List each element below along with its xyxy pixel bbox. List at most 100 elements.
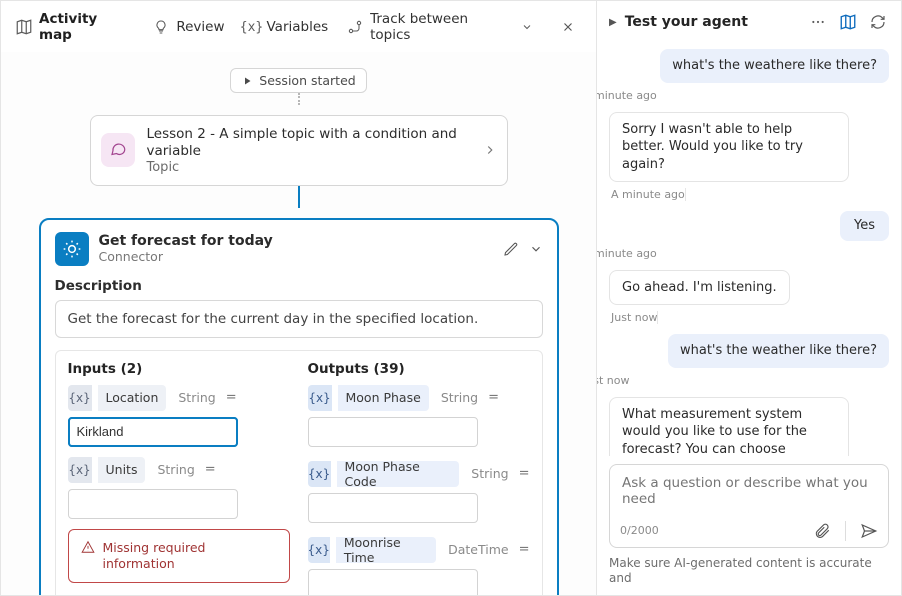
route-icon xyxy=(346,18,364,36)
variable-x-icon: {x} xyxy=(308,537,330,563)
variable-type: String xyxy=(471,466,508,481)
tab-variables[interactable]: {x} Variables xyxy=(242,18,328,36)
message-bot: Sorry I wasn't able to help better. Woul… xyxy=(609,112,849,183)
variable-type: DateTime xyxy=(448,542,508,557)
message-user: Yes xyxy=(840,211,889,241)
variable-name: Moonrise Time xyxy=(336,537,436,563)
chevron-right-icon xyxy=(483,143,497,157)
forecast-connector-node[interactable]: Get forecast for today Connector Descrip… xyxy=(39,218,559,595)
output-value[interactable] xyxy=(308,493,478,523)
topic-text: Lesson 2 - A simple topic with a conditi… xyxy=(147,126,471,175)
missing-required-error: Missing required information xyxy=(68,529,290,584)
variable-type: String xyxy=(157,462,194,477)
warning-icon xyxy=(81,540,95,573)
map-color-icon[interactable] xyxy=(837,11,859,33)
topic-title: Lesson 2 - A simple topic with a conditi… xyxy=(147,126,471,160)
equals-sign: = xyxy=(488,390,499,405)
input-units-value[interactable] xyxy=(68,489,238,519)
test-panel-title: Test your agent xyxy=(625,14,799,30)
io-wrapper: Inputs (2) {x} Location String = xyxy=(55,350,543,595)
variable-name: Location xyxy=(98,385,167,411)
refresh-icon[interactable] xyxy=(867,11,889,33)
char-counter: 0/2000 xyxy=(620,524,659,537)
timestamp: Just now xyxy=(597,374,887,387)
tab-label: Activity map xyxy=(39,11,134,43)
variable-chip[interactable]: {x} Location xyxy=(68,385,167,411)
output-value[interactable] xyxy=(308,417,478,447)
variable-braces-icon: {x} xyxy=(242,18,260,36)
app-root: Activity map Review {x} Variables Track … xyxy=(0,0,902,596)
variable-x-icon: {x} xyxy=(308,385,332,411)
test-agent-panel: ▶ Test your agent what's the weathere li… xyxy=(597,1,901,595)
message-input[interactable] xyxy=(620,473,878,513)
tab-label: Variables xyxy=(266,19,328,35)
flow-canvas[interactable]: Session started Lesson 2 - A simple topi… xyxy=(1,52,596,595)
variable-chip[interactable]: {x} Moon Phase xyxy=(308,385,429,411)
input-units-row: {x} Units String = xyxy=(68,457,290,483)
session-started-pill[interactable]: Session started xyxy=(230,68,366,93)
more-icon[interactable] xyxy=(807,11,829,33)
sun-icon xyxy=(55,232,89,266)
map-icon xyxy=(15,18,33,36)
edit-icon[interactable] xyxy=(503,241,519,257)
variable-x-icon: {x} xyxy=(308,461,331,487)
output-row: {x} Moonrise Time DateTime = xyxy=(308,537,530,595)
timestamp: Just now xyxy=(611,311,658,324)
node-tools xyxy=(503,241,543,257)
caret-right-icon[interactable]: ▶ xyxy=(609,17,617,28)
outputs-column: Outputs (39) {x} Moon Phase String = xyxy=(308,361,530,595)
tab-review[interactable]: Review xyxy=(152,18,224,36)
timestamp: A minute ago xyxy=(597,247,887,260)
timestamp: A minute ago xyxy=(611,188,686,201)
chat-transcript[interactable]: what's the weathere like there? A minute… xyxy=(597,41,901,456)
outputs-heading: Outputs (39) xyxy=(308,361,530,377)
inputs-column: Inputs (2) {x} Location String = xyxy=(68,361,290,595)
variable-chip[interactable]: {x} Moon Phase Code xyxy=(308,461,460,487)
equals-sign: = xyxy=(519,466,530,481)
description-text: Get the forecast for the current day in … xyxy=(55,300,543,338)
variable-chip[interactable]: {x} Moonrise Time xyxy=(308,537,437,563)
connector-line xyxy=(298,186,300,208)
lightbulb-icon xyxy=(152,18,170,36)
output-row: {x} Moon Phase String = xyxy=(308,385,530,447)
test-panel-header: ▶ Test your agent xyxy=(597,1,901,41)
tab-track-between-topics[interactable]: Track between topics xyxy=(346,11,536,43)
inputs-heading: Inputs (2) xyxy=(68,361,290,377)
variable-name: Moon Phase Code xyxy=(337,461,460,487)
connector-line xyxy=(298,93,300,105)
output-value[interactable] xyxy=(308,569,478,595)
node-subtitle: Connector xyxy=(99,249,273,264)
variable-name: Units xyxy=(98,457,146,483)
variable-chip[interactable]: {x} Units xyxy=(68,457,146,483)
message-composer: 0/2000 xyxy=(609,464,889,548)
variable-x-icon: {x} xyxy=(68,457,92,483)
chevron-down-icon[interactable] xyxy=(529,242,543,256)
timestamp: A minute ago xyxy=(597,89,887,102)
equals-sign: = xyxy=(226,390,237,405)
input-location-value[interactable] xyxy=(68,417,238,447)
message-user: what's the weather like there? xyxy=(668,334,889,368)
chevron-down-icon xyxy=(518,18,536,36)
equals-sign: = xyxy=(519,542,530,557)
tab-label: Review xyxy=(176,19,224,35)
variable-name: Moon Phase xyxy=(338,385,429,411)
message-bot: Go ahead. I'm listening. xyxy=(609,270,790,306)
close-button[interactable] xyxy=(554,13,582,41)
activity-toolbar: Activity map Review {x} Variables Track … xyxy=(1,1,596,52)
topic-card[interactable]: Lesson 2 - A simple topic with a conditi… xyxy=(90,115,508,186)
node-title: Get forecast for today xyxy=(99,233,273,249)
send-icon[interactable] xyxy=(860,522,878,540)
error-text: Missing required information xyxy=(103,540,277,573)
divider xyxy=(845,521,846,541)
activity-pane: Activity map Review {x} Variables Track … xyxy=(1,1,597,595)
close-icon xyxy=(561,20,575,34)
tab-label: Track between topics xyxy=(370,11,512,43)
equals-sign: = xyxy=(205,462,216,477)
session-label: Session started xyxy=(259,73,355,88)
variable-type: String xyxy=(178,390,215,405)
output-row: {x} Moon Phase Code String = xyxy=(308,461,530,523)
variable-type: String xyxy=(441,390,478,405)
node-titles: Get forecast for today Connector xyxy=(99,233,273,264)
tab-activity-map[interactable]: Activity map xyxy=(15,11,134,43)
attach-icon[interactable] xyxy=(813,522,831,540)
